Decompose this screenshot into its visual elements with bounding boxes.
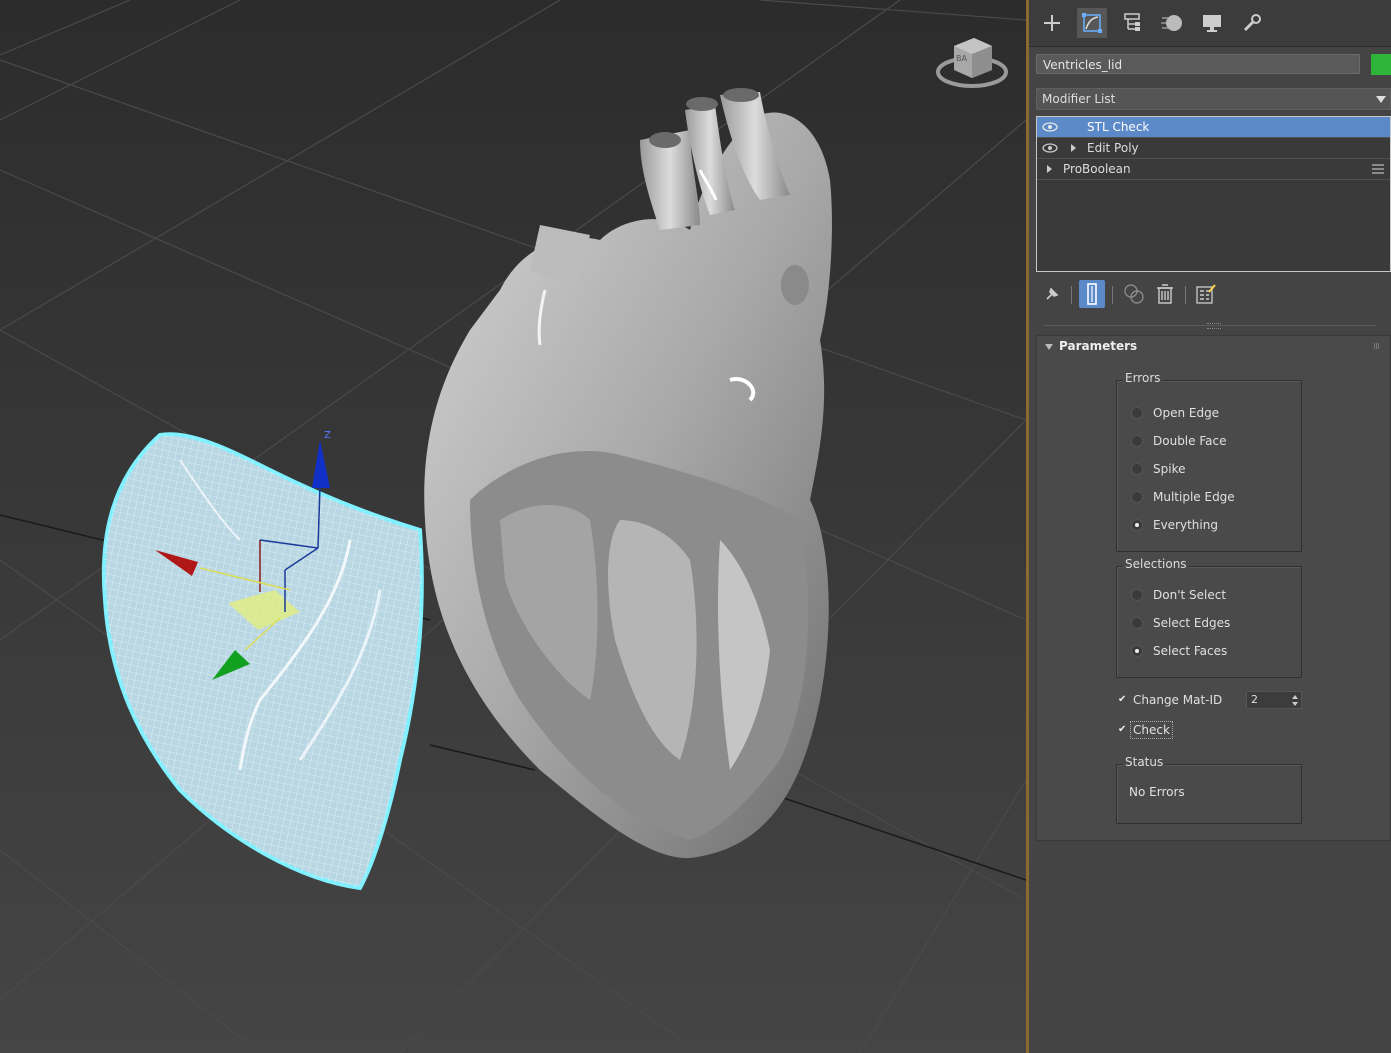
expand-triangle-icon[interactable] (1047, 165, 1052, 173)
expand-triangle-icon[interactable] (1071, 144, 1076, 152)
gizmo-z-label: Z (324, 430, 331, 441)
show-end-result-button[interactable] (1079, 280, 1105, 308)
command-panel-tabs (1029, 0, 1391, 47)
stack-item-label: Edit Poly (1087, 141, 1139, 155)
display-tab[interactable] (1197, 8, 1227, 38)
mat-id-value: 2 (1251, 693, 1258, 706)
spinner-up-icon[interactable] (1292, 695, 1298, 699)
mat-id-spinner[interactable]: 2 (1246, 691, 1302, 709)
object-name-field[interactable]: Ventricles_lid (1036, 54, 1360, 74)
group-title: Status (1123, 755, 1166, 769)
plus-icon (1044, 15, 1060, 31)
end-result-icon (1087, 283, 1097, 305)
hierarchy-tab[interactable] (1117, 8, 1147, 38)
eye-icon[interactable] (1042, 143, 1058, 153)
modifier-stack[interactable]: STL Check Edit Poly ProBoolean (1036, 116, 1391, 272)
checkmark-icon: ✔ (1118, 694, 1127, 705)
status-text: No Errors (1129, 785, 1185, 799)
command-panel: Ventricles_lid Modifier List STL Check E… (1029, 0, 1391, 1053)
hierarchy-icon (1124, 13, 1140, 31)
make-unique-button[interactable] (1121, 280, 1147, 308)
modifier-list-dropdown[interactable]: Modifier List (1036, 88, 1391, 110)
stack-toolbar (1029, 278, 1391, 312)
drag-handle-icon[interactable] (1374, 343, 1380, 349)
utilities-tab[interactable] (1237, 8, 1267, 38)
check-label: Check (1130, 721, 1173, 739)
object-list-icon (1372, 164, 1384, 174)
ventricles-lid-mesh[interactable] (101, 432, 424, 891)
viewcube[interactable]: BA (934, 34, 1010, 94)
configure-sets-icon (1196, 284, 1216, 304)
modify-icon (1082, 13, 1102, 33)
trash-icon (1157, 284, 1173, 304)
rollout-title: Parameters (1059, 339, 1138, 353)
3d-viewport[interactable]: Z BA (0, 0, 1026, 1053)
wrench-icon (1243, 14, 1261, 32)
modify-tab[interactable] (1077, 8, 1107, 38)
stack-item-label: ProBoolean (1063, 162, 1131, 176)
checkmark-icon: ✔ (1118, 724, 1127, 735)
change-mat-id-label: Change Mat-ID (1133, 693, 1223, 707)
motion-tab[interactable] (1157, 8, 1187, 38)
stack-item-edit-poly[interactable]: Edit Poly (1037, 138, 1390, 159)
pin-stack-button[interactable] (1039, 280, 1065, 308)
parameters-rollout: Parameters Errors Open Edge Double Face … (1036, 335, 1391, 841)
spinner-down-icon[interactable] (1292, 702, 1298, 706)
group-title: Errors (1123, 371, 1163, 385)
make-unique-icon (1124, 284, 1144, 304)
stack-item-label: STL Check (1087, 120, 1150, 134)
pin-icon (1046, 287, 1059, 300)
selections-group: Selections Don't Select Select Edges Sel… (1116, 557, 1302, 678)
viewport-scene[interactable]: Z (0, 0, 1026, 1053)
viewcube-face-label: BA (956, 54, 967, 63)
object-color-swatch[interactable] (1371, 54, 1391, 75)
dropdown-arrow-icon (1376, 96, 1386, 103)
motion-icon (1161, 15, 1182, 31)
eye-icon[interactable] (1042, 122, 1058, 132)
configure-modifier-sets-button[interactable] (1193, 280, 1219, 308)
modifier-list-label: Modifier List (1042, 92, 1116, 106)
create-tab[interactable] (1037, 8, 1067, 38)
stack-item-stl-check[interactable]: STL Check (1037, 117, 1390, 138)
resize-grip[interactable] (1207, 323, 1221, 329)
errors-group: Errors Open Edge Double Face Spike Multi… (1116, 371, 1302, 552)
stack-item-proboolean[interactable]: ProBoolean (1037, 159, 1390, 180)
heart-model[interactable] (424, 88, 832, 859)
status-group: Status No Errors (1116, 755, 1302, 824)
group-title: Selections (1123, 557, 1189, 571)
remove-modifier-button[interactable] (1152, 280, 1178, 308)
collapse-caret-icon (1045, 344, 1053, 350)
display-icon (1203, 15, 1221, 32)
parameters-rollout-header[interactable]: Parameters (1037, 336, 1390, 358)
